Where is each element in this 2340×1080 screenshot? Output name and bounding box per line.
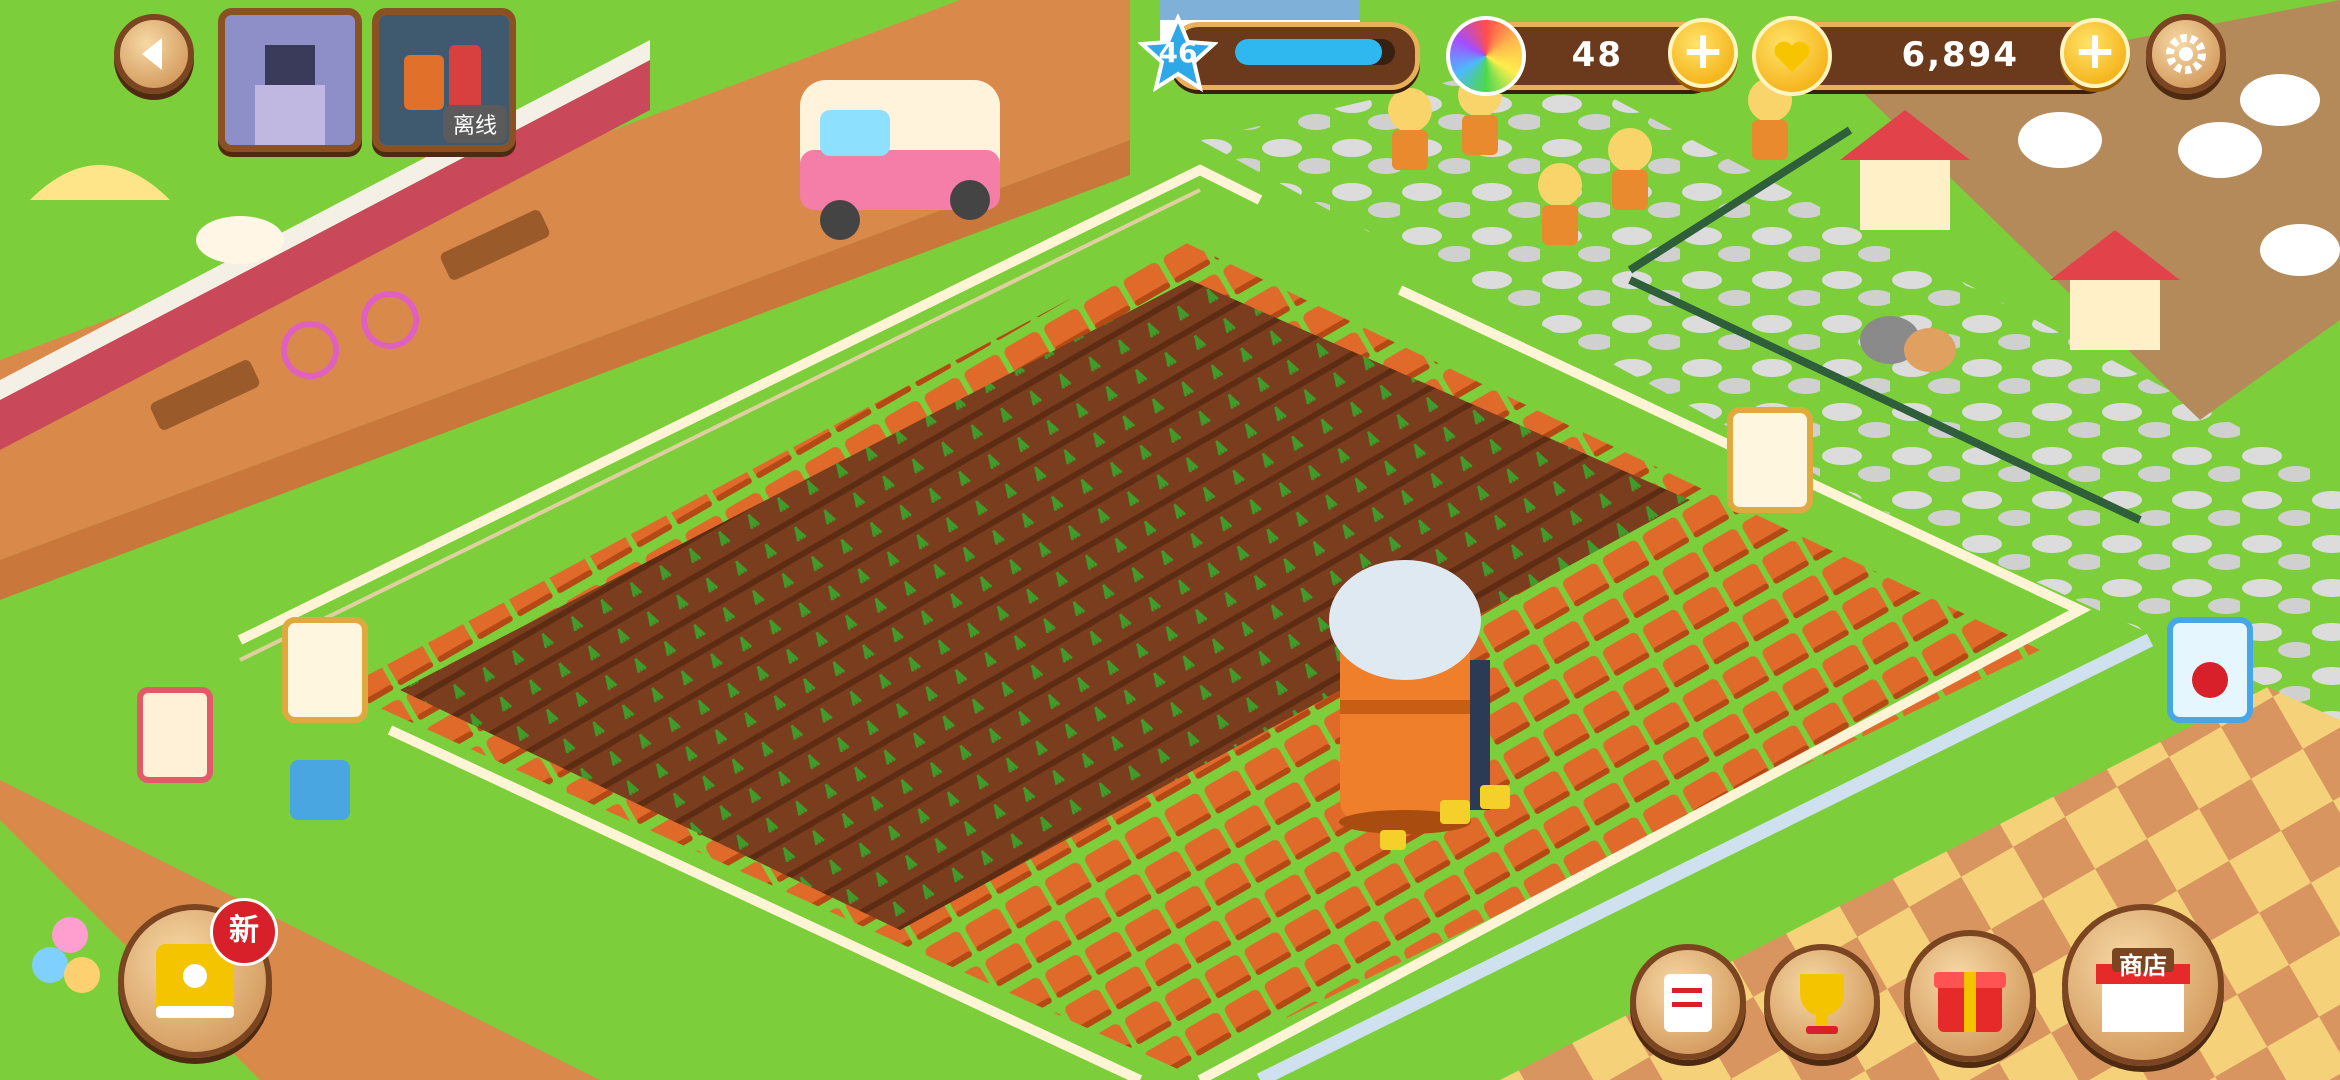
heart-coin-icon — [1752, 16, 1832, 96]
level-value: 46 — [1158, 36, 1198, 69]
avatar-card-1[interactable] — [218, 8, 362, 152]
new-badge: 新 — [210, 898, 278, 966]
coin-value: 6,894 — [1901, 35, 2019, 75]
avatar — [225, 15, 355, 145]
back-icon — [142, 38, 162, 70]
avatar-card-2[interactable]: 离线 — [372, 8, 516, 152]
offline-label: 离线 — [442, 105, 507, 143]
shop-button[interactable]: 商店 — [2062, 904, 2224, 1066]
add-coins-button[interactable]: + — [2060, 18, 2130, 88]
silo — [1329, 560, 1490, 834]
plus-icon: + — [2073, 21, 2117, 81]
notepad-icon — [1664, 974, 1712, 1032]
farm-scene[interactable] — [0, 0, 2340, 1080]
gift-button[interactable] — [1904, 930, 2036, 1062]
add-gems-button[interactable]: + — [1668, 18, 1738, 88]
back-button[interactable] — [114, 14, 194, 94]
recipe-book-button[interactable]: 新 — [118, 898, 278, 1058]
notepad-button[interactable] — [1630, 944, 1746, 1060]
apple-sign — [2167, 617, 2253, 723]
plus-icon: + — [1681, 21, 1725, 81]
trophy-icon — [1800, 974, 1844, 1034]
settings-button[interactable] — [2146, 14, 2226, 94]
gem-value: 48 — [1571, 35, 1623, 75]
gear-icon — [2166, 34, 2206, 74]
rainbow-gem-icon — [1446, 16, 1526, 96]
xp-bar-fill — [1235, 39, 1383, 65]
level-star[interactable]: 46 — [1137, 12, 1219, 94]
shop-icon — [2096, 948, 2190, 1032]
xp-bar-track — [1235, 39, 1395, 65]
shop-label: 商店 — [2119, 952, 2167, 980]
trophy-button[interactable] — [1764, 944, 1880, 1060]
gift-icon — [1934, 972, 2006, 1032]
